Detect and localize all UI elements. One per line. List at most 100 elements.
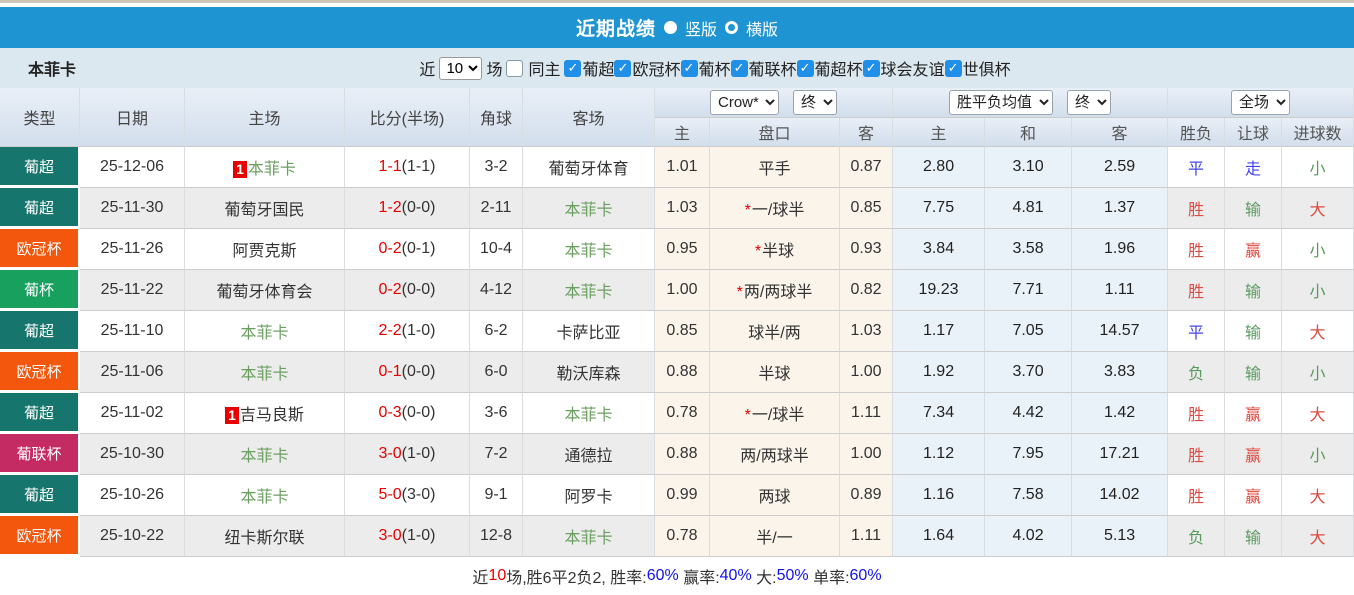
half-time-score: (0-0) xyxy=(401,363,436,380)
match-date: 25-10-26 xyxy=(80,475,185,516)
corner-count: 6-2 xyxy=(470,311,523,352)
europe-draw-odds: 7.58 xyxy=(985,475,1073,516)
league-checkbox-label[interactable]: 球会友谊 xyxy=(881,56,945,80)
odds-time-select[interactable]: 终 xyxy=(793,90,838,115)
team-name-text: 勒沃库森 xyxy=(556,366,621,383)
league-checkbox-label[interactable]: 葡超 xyxy=(582,56,614,80)
league-checkbox-label[interactable]: 葡超杯 xyxy=(815,56,863,80)
league-checkbox[interactable]: ✓ xyxy=(796,59,814,77)
half-time-score: (1-0) xyxy=(401,445,436,462)
league-filter-item[interactable]: ✓ 葡杯 xyxy=(680,56,731,80)
vertical-layout-radio[interactable] xyxy=(663,21,677,34)
score-cell: 3-0(1-0) xyxy=(345,516,470,557)
team-cell: 本菲卡 xyxy=(523,393,655,434)
result-outcome: 胜 xyxy=(1168,475,1226,516)
league-filter-item[interactable]: ✓ 葡联杯 xyxy=(730,56,797,80)
handicap-home-odds: 1.03 xyxy=(655,188,710,229)
league-checkbox[interactable]: ✓ xyxy=(862,59,880,77)
table-row: 欧冠杯 25-10-22 纽卡斯尔联 3-0(1-0) 12-8 本菲卡 0.78 半/一 1.… xyxy=(0,516,1354,557)
team-cell: 本菲卡 xyxy=(185,352,345,393)
league-checkbox[interactable]: ✓ xyxy=(614,59,632,77)
team-cell: 本菲卡 xyxy=(185,311,345,352)
team-cell: 卡萨比亚 xyxy=(523,311,655,352)
league-filter-item[interactable]: ✓ 葡超杯 xyxy=(796,56,863,80)
handicap-line: 两球 xyxy=(710,475,840,516)
team-name-text: 阿罗卡 xyxy=(564,489,613,506)
score-cell: 2-2(1-0) xyxy=(345,311,470,352)
handicap-home-odds: 1.00 xyxy=(655,270,710,311)
same-home-label[interactable]: 同主 xyxy=(528,56,560,80)
same-home-checkbox[interactable] xyxy=(506,59,524,77)
league-checkbox[interactable]: ✓ xyxy=(730,59,748,77)
league-badge: 欧冠杯 xyxy=(0,516,80,557)
league-filter-item[interactable]: ✓ 欧冠杯 xyxy=(614,56,681,80)
league-filter-item[interactable]: ✓ 世俱杯 xyxy=(944,56,1011,80)
league-checkbox[interactable]: ✓ xyxy=(680,59,698,77)
full-time-score: 1-2 xyxy=(378,199,402,216)
table-row: 葡超 25-12-06 1 本菲卡 1-1(1-1) 3-2 葡萄牙体育 1.01 平手 0.87… xyxy=(0,147,1354,188)
league-checkbox-label[interactable]: 世俱杯 xyxy=(963,56,1011,80)
league-checkbox[interactable]: ✓ xyxy=(564,59,582,77)
team-name-text: 葡萄牙体育 xyxy=(548,161,629,178)
corner-count: 6-0 xyxy=(470,352,523,393)
table-row: 葡超 25-11-02 1 吉马良斯 0-3(0-0) 3-6 本菲卡 0.78 *一/球半 1.… xyxy=(0,393,1354,434)
avg-type-select[interactable]: 胜平负均值 xyxy=(949,90,1054,115)
league-badge: 葡超 xyxy=(0,475,80,516)
summary-segment: 40% xyxy=(719,566,752,584)
panel-title: 近期战绩 xyxy=(575,19,656,40)
match-date: 25-12-06 xyxy=(80,147,185,188)
horizontal-layout-radio[interactable] xyxy=(725,21,738,34)
table-row: 葡超 25-11-30 葡萄牙国民 1-2(0-0) 2-11 本菲卡 1.03 *一/球半 0… xyxy=(0,188,1354,229)
league-filter-item[interactable]: ✓ 葡超 xyxy=(564,56,614,80)
half-time-score: (0-1) xyxy=(401,240,436,257)
vertical-layout-label[interactable]: 竖版 xyxy=(685,16,717,40)
team-cell: 勒沃库森 xyxy=(523,352,655,393)
full-time-score: 5-0 xyxy=(378,486,402,503)
odds-source-select[interactable]: Crow* xyxy=(710,90,780,115)
handicap-home-odds: 0.95 xyxy=(655,229,710,270)
handicap-dropdown-group: Crow* 终 xyxy=(655,88,894,118)
handicap-line: 两/两球半 xyxy=(710,434,840,475)
table-row: 欧冠杯 25-11-06 本菲卡 0-1(0-0) 6-0 勒沃库森 0.88 半球 1.00 1… xyxy=(0,352,1354,393)
europe-win-odds: 3.84 xyxy=(893,229,986,270)
europe-win-odds: 1.17 xyxy=(893,311,986,352)
europe-draw-odds: 7.05 xyxy=(985,311,1073,352)
match-date: 25-11-06 xyxy=(80,352,185,393)
league-badge: 葡超 xyxy=(0,188,80,229)
table-row: 葡超 25-11-10 本菲卡 2-2(1-0) 6-2 卡萨比亚 0.85 球半/两 1.03… xyxy=(0,311,1354,352)
result-outcome: 平 xyxy=(1168,311,1226,352)
league-filter-item[interactable]: ✓ 球会友谊 xyxy=(862,56,945,80)
league-checkbox-label[interactable]: 葡杯 xyxy=(699,56,731,80)
europe-draw-odds: 4.02 xyxy=(985,516,1073,557)
full-time-score: 2-2 xyxy=(378,322,402,339)
team-cell: 通德拉 xyxy=(523,434,655,475)
result-handicap: 输 xyxy=(1225,188,1283,229)
team-name-text: 本菲卡 xyxy=(240,325,289,342)
corner-count: 3-2 xyxy=(470,147,523,188)
europe-win-odds: 1.92 xyxy=(893,352,986,393)
scope-dropdown-group: 全场 xyxy=(1168,88,1354,118)
handicap-line-text: 两/两球半 xyxy=(743,284,813,301)
league-checkbox-label[interactable]: 葡联杯 xyxy=(749,56,797,80)
europe-lose-odds: 1.96 xyxy=(1072,229,1169,270)
handicap-line: *一/球半 xyxy=(710,188,840,229)
subheader-handicap-away: 客 xyxy=(840,118,894,147)
europe-win-odds: 1.12 xyxy=(893,434,986,475)
summary-segment: 60% xyxy=(849,566,882,584)
handicap-line-text: 平手 xyxy=(758,161,791,178)
europe-draw-odds: 4.81 xyxy=(985,188,1073,229)
league-checkbox[interactable]: ✓ xyxy=(944,59,962,77)
handicap-home-odds: 1.01 xyxy=(655,147,710,188)
summary-segment: 大: xyxy=(751,569,777,587)
horizontal-layout-label[interactable]: 横版 xyxy=(746,16,778,40)
handicap-line: 半球 xyxy=(710,352,840,393)
handicap-home-odds: 0.85 xyxy=(655,311,710,352)
match-date: 25-10-22 xyxy=(80,516,185,557)
recent-count-select[interactable]: 10 xyxy=(439,56,483,80)
avg-time-select[interactable]: 终 xyxy=(1067,90,1112,115)
result-handicap: 赢 xyxy=(1225,393,1283,434)
team-cell: 本菲卡 xyxy=(523,188,655,229)
scope-select[interactable]: 全场 xyxy=(1231,90,1291,115)
handicap-away-odds: 0.93 xyxy=(840,229,894,270)
league-checkbox-label[interactable]: 欧冠杯 xyxy=(632,56,680,80)
